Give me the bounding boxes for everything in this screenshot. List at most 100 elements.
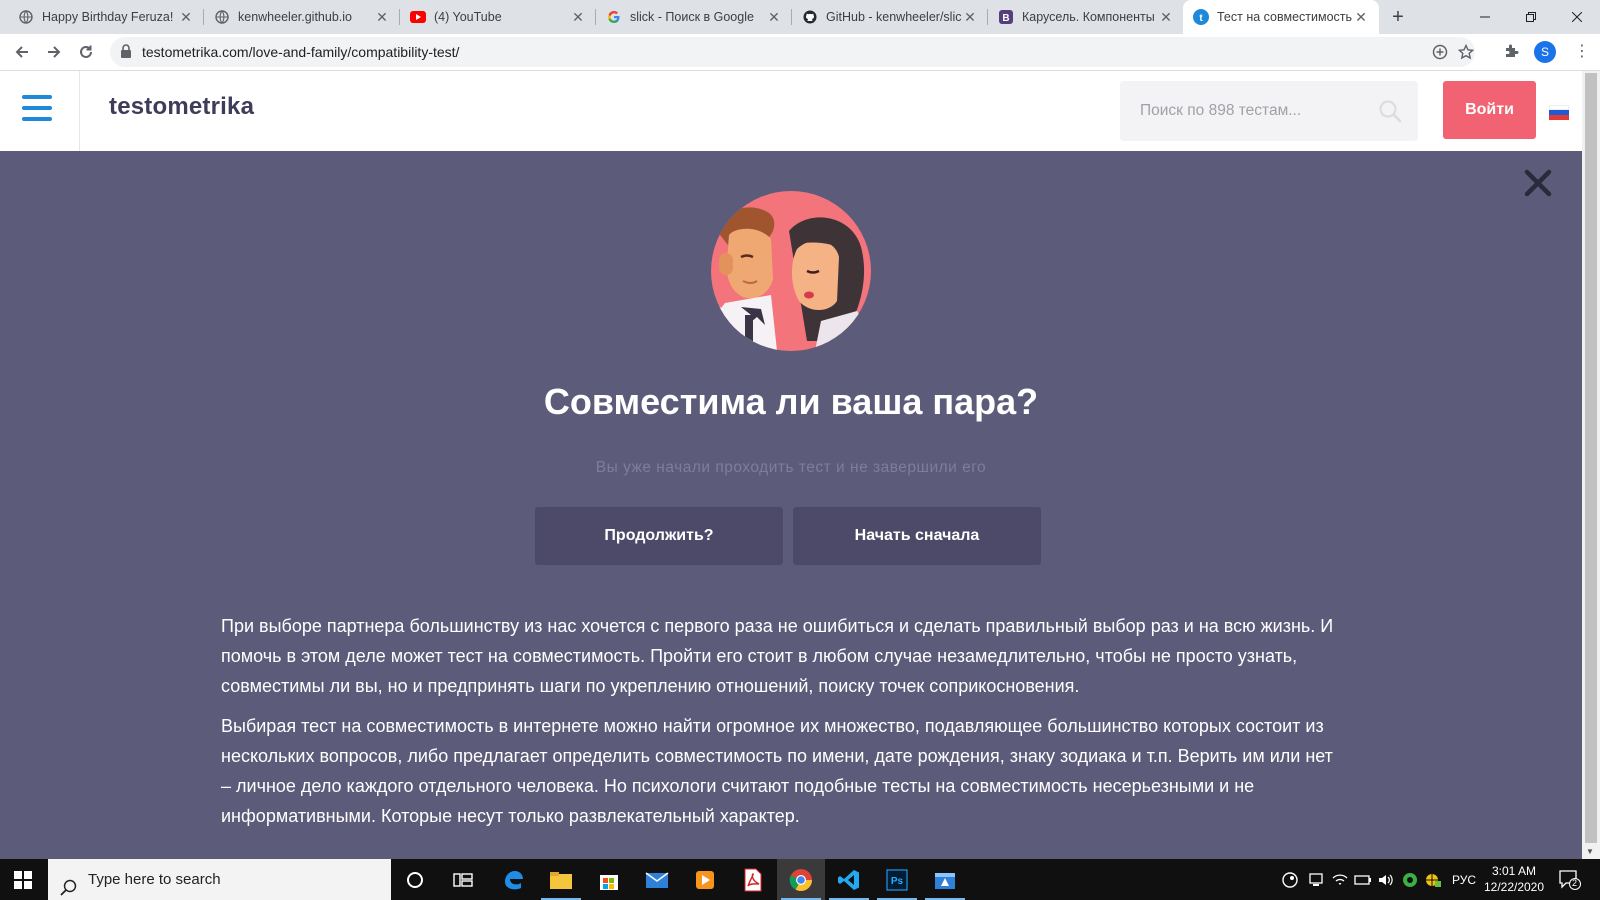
tab-title: Тест на совместимость (1217, 10, 1353, 24)
mail-icon[interactable] (633, 859, 681, 900)
paragraph-line: помочь в этом деле может тест на совмест… (221, 646, 1298, 666)
google-icon (606, 9, 622, 25)
green-status-icon[interactable] (1400, 859, 1420, 900)
tab-happy-birthday[interactable]: Happy Birthday Feruza! ✕ (8, 0, 204, 34)
close-tab-icon[interactable]: ✕ (570, 9, 586, 26)
tab-title: GitHub - kenwheeler/slic (826, 10, 962, 24)
testometrika-icon: t (1193, 9, 1209, 25)
close-tab-icon[interactable]: ✕ (178, 9, 194, 26)
browser-tab-strip: Happy Birthday Feruza! ✕ kenwheeler.gith… (0, 0, 1600, 34)
clock-time: 3:01 AM (1491, 864, 1537, 878)
taskbar-device-icon[interactable] (1306, 859, 1326, 900)
windows-taskbar: Type here to search Ps РУС 3:01 AM 12/22… (0, 859, 1600, 900)
description-paragraph-1: При выборе партнера большинству из нас х… (221, 611, 1361, 701)
profile-avatar[interactable]: S (1534, 41, 1556, 63)
task-view-icon[interactable] (439, 859, 487, 900)
site-search-input[interactable] (1120, 81, 1370, 141)
new-tab-button[interactable]: + (1385, 4, 1411, 30)
microsoft-store-icon[interactable] (585, 859, 633, 900)
edge-icon[interactable] (489, 859, 537, 900)
volume-icon[interactable] (1376, 859, 1396, 900)
cortana-icon[interactable] (391, 859, 439, 900)
tab-youtube[interactable]: (4) YouTube ✕ (400, 0, 596, 34)
globe-icon (214, 9, 230, 25)
url-text: testometrika.com/love-and-family/compati… (142, 44, 460, 60)
taskbar-search-placeholder: Type here to search (88, 871, 221, 888)
system-clock[interactable]: 3:01 AM 12/22/2020 (1476, 863, 1552, 895)
photoshop-icon[interactable]: Ps (873, 859, 921, 900)
bookmark-star-icon[interactable] (1457, 43, 1475, 65)
site-logo[interactable]: testometrika (109, 93, 254, 121)
windows-start-icon[interactable] (14, 871, 32, 889)
search-icon (60, 871, 77, 900)
paragraph-line: При выборе партнера большинству из нас х… (221, 616, 1334, 636)
github-icon (802, 9, 818, 25)
site-header: testometrika Войти (0, 71, 1582, 151)
paragraph-line: Выбирая тест на совместимость в интернет… (221, 716, 1324, 736)
taskbar-search-box[interactable]: Type here to search (48, 859, 391, 900)
reload-icon[interactable] (72, 38, 100, 66)
close-tab-icon[interactable]: ✕ (1353, 9, 1369, 26)
hamburger-menu-icon[interactable] (22, 95, 52, 121)
header-divider (79, 71, 80, 151)
tab-title: Happy Birthday Feruza! (42, 10, 174, 24)
notifications-icon[interactable]: 2 (1555, 859, 1585, 900)
close-tab-icon[interactable]: ✕ (962, 9, 978, 26)
network-globe-icon[interactable] (1422, 859, 1444, 900)
tab-kenwheeler[interactable]: kenwheeler.github.io ✕ (204, 0, 400, 34)
test-intro-section: Совместима ли ваша пара? Вы уже начали п… (0, 151, 1582, 859)
description-paragraph-2: Выбирая тест на совместимость в интернет… (221, 711, 1361, 831)
lock-icon (120, 44, 132, 64)
clock-date: 12/22/2020 (1483, 880, 1545, 894)
restart-test-button[interactable]: Начать сначала (793, 507, 1041, 565)
steam-icon[interactable] (1280, 859, 1300, 900)
tab-testometrika[interactable]: t Тест на совместимость ✕ (1183, 0, 1379, 34)
back-icon[interactable] (8, 38, 36, 66)
paragraph-line: – личное дело каждого отдельного человек… (221, 776, 1255, 796)
resume-notice: Вы уже начали проходить тест и не заверш… (595, 459, 987, 476)
vscode-icon[interactable] (825, 859, 873, 900)
close-icon[interactable] (1523, 168, 1553, 198)
tab-google-search[interactable]: slick - Поиск в Google ✕ (596, 0, 792, 34)
tab-github[interactable]: GitHub - kenwheeler/slic ✕ (792, 0, 988, 34)
paragraph-line: нескольких вопросов, либо предлагает опр… (221, 746, 1333, 766)
scroll-down-arrow-icon[interactable]: ▼ (1586, 847, 1594, 856)
youtube-icon (410, 9, 426, 25)
restore-icon[interactable] (1508, 0, 1554, 34)
tab-title: Карусель. Компоненты (1022, 10, 1155, 24)
acrobat-icon[interactable] (729, 859, 777, 900)
login-button[interactable]: Войти (1443, 81, 1536, 139)
russian-flag-icon[interactable] (1549, 105, 1569, 120)
extensions-puzzle-icon[interactable] (1504, 43, 1520, 64)
couple-illustration (711, 191, 871, 351)
chrome-menu-icon[interactable]: ⋮ (1572, 42, 1592, 62)
scrollbar-thumb[interactable] (1585, 73, 1597, 843)
file-explorer-icon[interactable] (537, 859, 585, 900)
tab-title: slick - Поиск в Google (630, 10, 754, 24)
continue-test-button[interactable]: Продолжить? (535, 507, 783, 565)
minimize-icon[interactable] (1462, 0, 1508, 34)
chrome-taskbar-icon[interactable] (777, 859, 825, 900)
tab-bootstrap[interactable]: B Карусель. Компоненты ✕ (988, 0, 1184, 34)
close-tab-icon[interactable]: ✕ (374, 9, 390, 26)
forward-icon[interactable] (40, 38, 68, 66)
paragraph-line: совместимы ли вы, но и предпринять шаги … (221, 676, 1080, 696)
globe-icon (18, 9, 34, 25)
close-tab-icon[interactable]: ✕ (1158, 9, 1174, 26)
test-title: Совместима ли ваша пара? (543, 381, 1039, 422)
paragraph-line: информативными. Которые несут только раз… (221, 806, 800, 826)
wifi-icon[interactable] (1330, 859, 1350, 900)
tab-title: kenwheeler.github.io (238, 10, 352, 24)
tab-title: (4) YouTube (434, 10, 502, 24)
media-player-icon[interactable] (681, 859, 729, 900)
close-window-icon[interactable] (1554, 0, 1600, 34)
page-scrollbar[interactable]: ▲ ▼ (1582, 71, 1600, 859)
search-icon[interactable] (1378, 99, 1402, 128)
notification-count: 2 (1572, 878, 1578, 888)
address-bar[interactable]: testometrika.com/love-and-family/compati… (110, 37, 1475, 67)
battery-icon[interactable] (1352, 859, 1374, 900)
add-to-page-icon[interactable] (1432, 44, 1448, 65)
app-window-icon[interactable] (921, 859, 969, 900)
bootstrap-icon: B (998, 9, 1014, 25)
close-tab-icon[interactable]: ✕ (766, 9, 782, 26)
